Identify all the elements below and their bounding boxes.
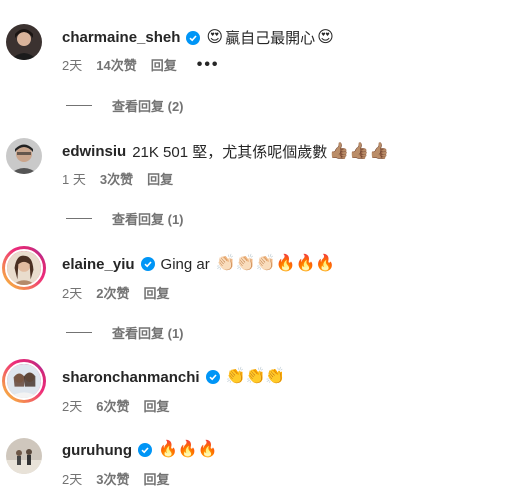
verified-badge-icon [137, 443, 152, 457]
heart-eyes-emoji: 😍 [317, 28, 334, 46]
likes-count[interactable]: 3次赞 [96, 469, 129, 488]
timestamp: 2天 [62, 58, 83, 73]
timestamp: 2天 [62, 286, 83, 301]
avatar-story-ring[interactable] [2, 359, 46, 403]
reply-button[interactable]: 回复 [151, 55, 177, 74]
fire-emojis: 🔥🔥🔥 [157, 441, 218, 458]
reply-button[interactable]: 回复 [147, 169, 173, 188]
comment-text: Ging ar [160, 255, 210, 273]
thumbs-up-emoji: 👍🏽👍🏽👍🏽 [329, 142, 390, 160]
reply-button[interactable]: 回复 [143, 396, 169, 415]
view-replies-label: 查看回复 (2) [112, 99, 184, 114]
divider [66, 105, 92, 106]
likes-count[interactable]: 6次赞 [96, 396, 129, 415]
username[interactable]: elaine_yiu [62, 256, 135, 273]
likes-count[interactable]: 2次赞 [96, 283, 129, 302]
clap-fire-emojis: 👏🏻👏🏻👏🏻🔥🔥🔥 [215, 255, 336, 272]
heart-eyes-emoji: 😍 [206, 28, 224, 46]
reply-button[interactable]: 回复 [143, 283, 169, 302]
username[interactable]: sharonchanmanchi [62, 369, 200, 386]
avatar[interactable] [6, 24, 42, 60]
divider [66, 218, 92, 219]
view-replies-button[interactable]: 查看回复 (1) [66, 323, 184, 342]
comment-text: 贏自己最開心 [225, 30, 316, 47]
avatar [7, 251, 41, 285]
avatar[interactable] [6, 138, 42, 174]
view-replies-label: 查看回复 (1) [112, 212, 184, 227]
clap-emojis: 👏👏👏 [225, 368, 286, 385]
more-options-icon[interactable]: ••• [197, 56, 220, 74]
view-replies-label: 查看回复 (1) [112, 326, 184, 341]
reply-button[interactable]: 回复 [143, 469, 169, 488]
username[interactable]: edwinsiu [62, 143, 126, 160]
timestamp: 2天 [62, 399, 83, 414]
verified-badge-icon [140, 257, 155, 271]
username[interactable]: guruhung [62, 442, 132, 459]
timestamp: 2天 [62, 472, 83, 487]
avatar[interactable] [6, 438, 42, 474]
likes-count[interactable]: 3次赞 [100, 169, 133, 188]
avatar-story-ring[interactable] [2, 246, 46, 290]
view-replies-button[interactable]: 查看回复 (2) [66, 96, 184, 115]
comment-text: 21K 501 堅，尤其係呢個歲數 [132, 144, 328, 161]
avatar [7, 364, 41, 398]
divider [66, 332, 92, 333]
likes-count[interactable]: 14次赞 [96, 55, 136, 74]
verified-badge-icon [205, 370, 220, 384]
timestamp: 1 天 [62, 172, 86, 187]
username[interactable]: charmaine_sheh [62, 29, 180, 46]
view-replies-button[interactable]: 查看回复 (1) [66, 209, 184, 228]
verified-badge-icon [186, 30, 201, 45]
